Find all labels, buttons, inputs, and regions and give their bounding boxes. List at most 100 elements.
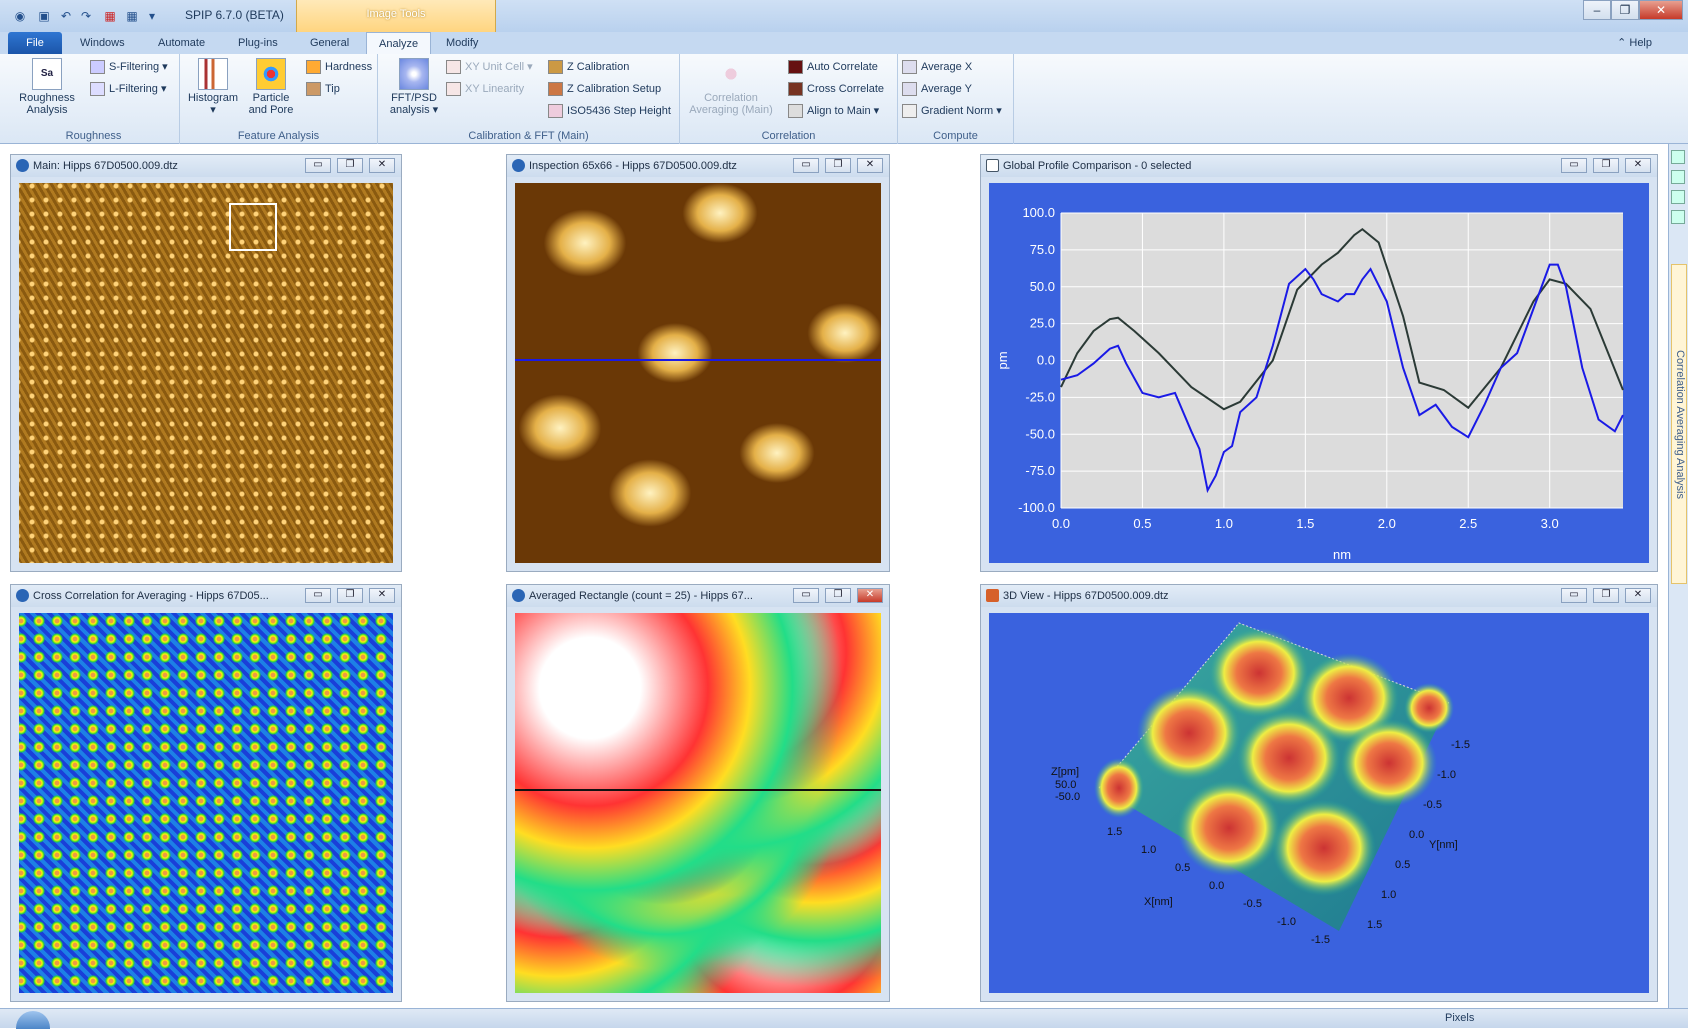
window-minimize-button[interactable]: ▭	[1561, 588, 1587, 603]
particle-pore-button[interactable]: Particle and Pore	[242, 58, 300, 116]
averaged-rectangle-window[interactable]: Averaged Rectangle (count = 25) - Hipps …	[506, 584, 890, 1002]
inspection-window[interactable]: Inspection 65x66 - Hipps 67D0500.009.dtz…	[506, 154, 890, 572]
gradient-norm-button[interactable]: Gradient Norm ▾	[902, 102, 1002, 120]
y-axis-label: Y[nm]	[1429, 839, 1458, 851]
y-tick-label: -50.0	[1025, 426, 1055, 441]
window-restore-button[interactable]: ❐	[1593, 158, 1619, 173]
tool-icon-2[interactable]	[1671, 170, 1685, 184]
z-calibration-setup-button[interactable]: Z Calibration Setup	[548, 80, 661, 98]
undo-icon[interactable]: ↶	[58, 8, 74, 24]
s-filtering-button[interactable]: S-Filtering ▾	[90, 58, 168, 76]
cross-correlation-image[interactable]	[19, 613, 393, 993]
3d-view-window[interactable]: 3D View - Hipps 67D0500.009.dtz ▭ ❐ ✕ Z[…	[980, 584, 1658, 1002]
help-link[interactable]: ⌃ Help	[1617, 36, 1652, 49]
x-tick-3d: 0.5	[1175, 862, 1190, 874]
tool-icon-1[interactable]	[1671, 150, 1685, 164]
cross-correlate-button[interactable]: Cross Correlate	[788, 80, 884, 98]
tool-icon-4[interactable]	[1671, 210, 1685, 224]
correlation-averaging-button[interactable]: Correlation Averaging (Main)	[682, 58, 780, 116]
z-setup-icon	[548, 82, 563, 97]
status-bar: Pixels	[0, 1008, 1688, 1029]
window-icon	[16, 159, 29, 172]
3d-view[interactable]: Z[pm] 50.0 -50.0 X[nm] Y[nm] 1.5 1.0 0.5 0.…	[989, 613, 1649, 993]
minimize-button[interactable]: –	[1583, 0, 1611, 20]
xy-linearity-button[interactable]: XY Linearity	[446, 80, 524, 98]
maximize-button[interactable]: ❐	[1611, 0, 1639, 20]
app-icon[interactable]: ◉	[12, 8, 28, 24]
unit-cell-icon	[446, 60, 461, 75]
window-restore-button[interactable]: ❐	[337, 588, 363, 603]
window-minimize-button[interactable]: ▭	[305, 158, 331, 173]
window-restore-button[interactable]: ❐	[1593, 588, 1619, 603]
grid-red-icon[interactable]: ▦	[102, 8, 118, 24]
profile-line[interactable]	[515, 359, 881, 361]
window-restore-button[interactable]: ❐	[825, 588, 851, 603]
window-minimize-button[interactable]: ▭	[305, 588, 331, 603]
selection-rectangle[interactable]	[229, 203, 277, 251]
histogram-button[interactable]: Histogram ▾	[184, 58, 242, 116]
save-icon[interactable]: ▣	[36, 8, 52, 24]
window-close-button[interactable]: ✕	[1625, 588, 1651, 603]
tab-windows[interactable]: Windows	[68, 32, 137, 54]
y-tick-3d: -0.5	[1423, 799, 1442, 811]
window-minimize-button[interactable]: ▭	[793, 588, 819, 603]
window-minimize-button[interactable]: ▭	[1561, 158, 1587, 173]
tab-general[interactable]: General	[298, 32, 361, 54]
y-tick-label: 75.0	[1030, 242, 1055, 257]
xy-unit-cell-button[interactable]: XY Unit Cell ▾	[446, 58, 533, 76]
x-axis-label: X[nm]	[1144, 896, 1173, 908]
tab-file[interactable]: File	[8, 32, 62, 54]
y-tick-3d: 0.5	[1395, 859, 1410, 871]
profile-line[interactable]	[515, 789, 881, 791]
start-orb[interactable]	[16, 1011, 50, 1029]
workspace: Main: Hipps 67D0500.009.dtz ▭ ❐ ✕ Inspec…	[8, 144, 1668, 1008]
window-restore-button[interactable]: ❐	[825, 158, 851, 173]
stm-image[interactable]	[19, 183, 393, 563]
profile-comparison-window[interactable]: Global Profile Comparison - 0 selected ▭…	[980, 154, 1658, 572]
x-tick-3d: -1.0	[1277, 916, 1296, 928]
window-close-button[interactable]: ✕	[369, 158, 395, 173]
window-close-button[interactable]: ✕	[857, 588, 883, 603]
window-close-button[interactable]: ✕	[369, 588, 395, 603]
z-calibration-button[interactable]: Z Calibration	[548, 58, 629, 76]
customize-icon[interactable]: ▾	[144, 8, 160, 24]
auto-correlate-button[interactable]: Auto Correlate	[788, 58, 878, 76]
tool-icon-3[interactable]	[1671, 190, 1685, 204]
roughness-analysis-button[interactable]: Sa Roughness Analysis	[14, 58, 80, 116]
averaged-image[interactable]	[515, 613, 881, 993]
z-tick-high: 50.0	[1055, 779, 1076, 791]
inspection-image[interactable]	[515, 183, 881, 563]
cross-correlation-window[interactable]: Cross Correlation for Averaging - Hipps …	[10, 584, 402, 1002]
side-pane-tab[interactable]: Correlation Averaging Analysis	[1671, 264, 1687, 584]
x-tick-label: 2.5	[1459, 516, 1477, 531]
tab-automate[interactable]: Automate	[146, 32, 217, 54]
window-close-button[interactable]: ✕	[1625, 158, 1651, 173]
context-tab-image-tools: Image Tools	[296, 0, 496, 32]
grid-blue-icon[interactable]: ▦	[124, 8, 140, 24]
tab-analyze[interactable]: Analyze	[366, 32, 432, 54]
close-button[interactable]: ✕	[1639, 0, 1683, 20]
average-y-button[interactable]: Average Y	[902, 80, 972, 98]
align-to-main-button[interactable]: Align to Main ▾	[788, 102, 879, 120]
fft-psd-button[interactable]: FFT/PSD analysis ▾	[382, 58, 446, 116]
tab-plugins[interactable]: Plug-ins	[226, 32, 290, 54]
l-filtering-button[interactable]: L-Filtering ▾	[90, 80, 166, 98]
x-tick-label: 1.0	[1215, 516, 1233, 531]
3d-surface-svg: Z[pm] 50.0 -50.0 X[nm] Y[nm] 1.5 1.0 0.5 0.…	[1051, 622, 1470, 946]
y-tick-3d: 1.5	[1367, 919, 1382, 931]
ribbon: Sa Roughness Analysis S-Filtering ▾ L-Fi…	[0, 54, 1688, 144]
tab-modify[interactable]: Modify	[434, 32, 490, 54]
iso5436-button[interactable]: ISO5436 Step Height	[548, 102, 671, 120]
averaging-icon	[716, 58, 746, 90]
main-image-window[interactable]: Main: Hipps 67D0500.009.dtz ▭ ❐ ✕	[10, 154, 402, 572]
x-tick-label: 0.5	[1133, 516, 1151, 531]
average-x-button[interactable]: Average X	[902, 58, 972, 76]
tip-button[interactable]: Tip	[306, 80, 340, 98]
y-tick-3d: 0.0	[1409, 829, 1424, 841]
window-restore-button[interactable]: ❐	[337, 158, 363, 173]
redo-icon[interactable]: ↷	[78, 8, 94, 24]
window-minimize-button[interactable]: ▭	[793, 158, 819, 173]
window-close-button[interactable]: ✕	[857, 158, 883, 173]
hardness-button[interactable]: Hardness	[306, 58, 372, 76]
x-tick-3d: 1.0	[1141, 844, 1156, 856]
